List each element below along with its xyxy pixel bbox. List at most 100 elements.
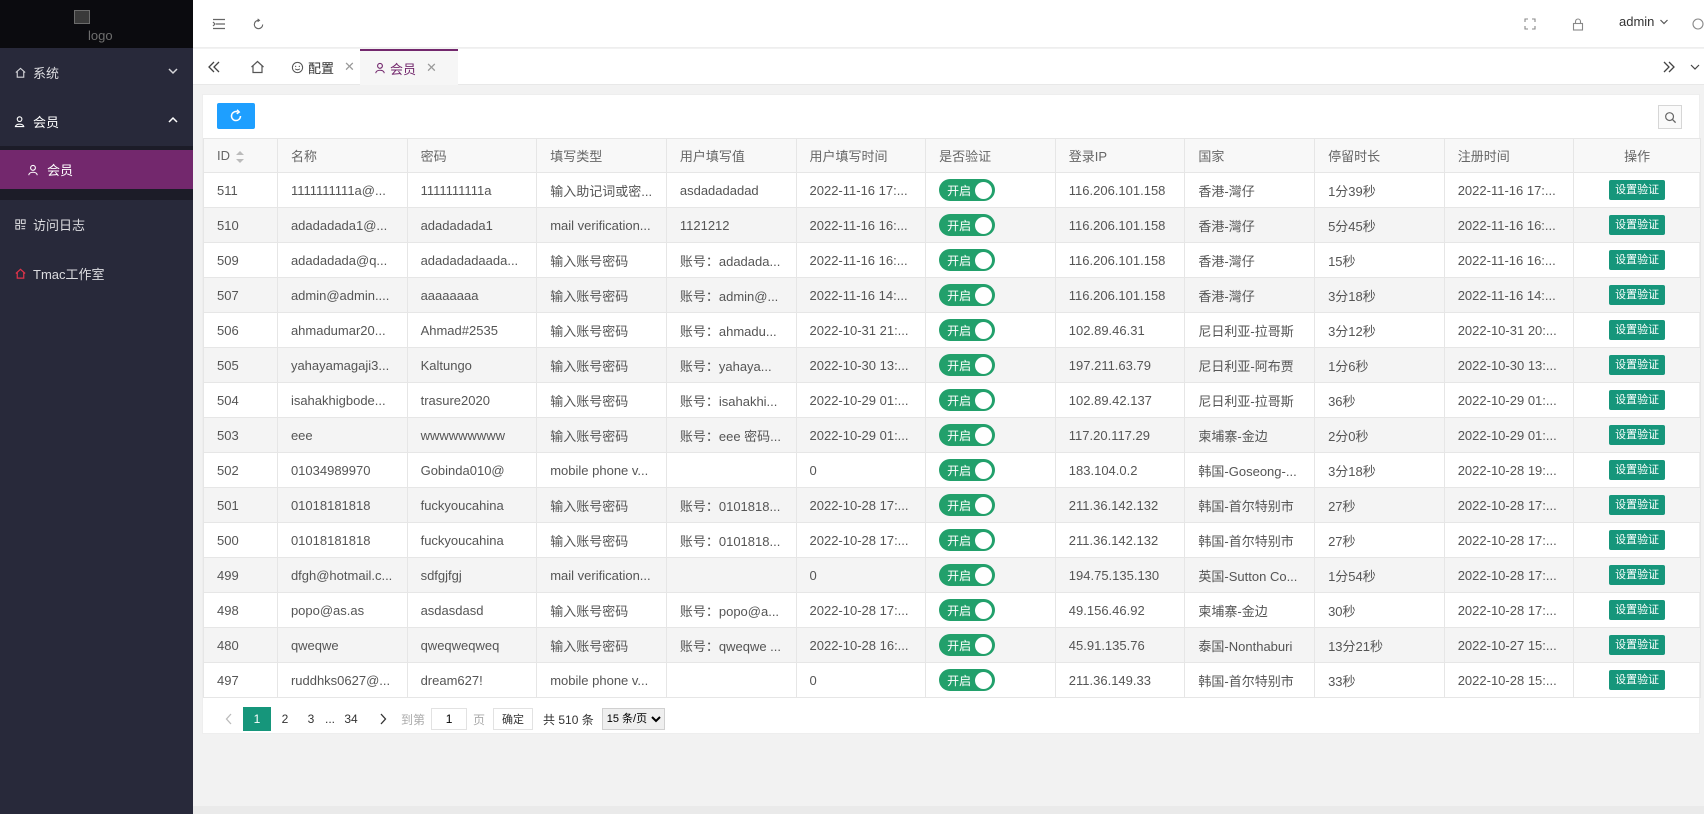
- cell-stay-duration: 3分18秒: [1314, 452, 1445, 488]
- verify-toggle[interactable]: 开启: [939, 669, 996, 691]
- sidebar-subitem-members[interactable]: 会员: [0, 150, 193, 189]
- verify-toggle[interactable]: 开启: [939, 179, 996, 201]
- prev-page-icon[interactable]: [217, 707, 241, 731]
- verify-toggle[interactable]: 开启: [939, 564, 996, 586]
- tab-config[interactable]: 配置 ✕: [283, 49, 367, 85]
- verify-toggle[interactable]: 开启: [939, 389, 996, 411]
- verify-toggle[interactable]: 开启: [939, 424, 996, 446]
- cell-stay-duration: 27秒: [1314, 522, 1445, 558]
- cell-fill-type: 输入账号密码: [536, 417, 667, 453]
- close-icon[interactable]: ✕: [426, 60, 437, 76]
- refresh-icon[interactable]: [247, 13, 269, 35]
- next-page-icon[interactable]: [371, 707, 395, 731]
- column-header-label: 名称: [290, 149, 317, 164]
- set-verify-button[interactable]: 设置验证: [1609, 390, 1666, 410]
- cell-password: wwwwwwwww: [406, 417, 538, 453]
- tabs-scroll-right-icon[interactable]: [1657, 49, 1681, 85]
- set-verify-button[interactable]: 设置验证: [1609, 355, 1666, 375]
- set-verify-button[interactable]: 设置验证: [1609, 460, 1666, 480]
- cell-id: 498: [203, 592, 278, 628]
- logo[interactable]: logo: [0, 0, 193, 48]
- page-link-last[interactable]: 34: [339, 707, 363, 731]
- set-verify-button[interactable]: 设置验证: [1609, 530, 1666, 550]
- cell-fill-value: [665, 557, 797, 593]
- verify-toggle[interactable]: 开启: [939, 284, 996, 306]
- sidebar-item-members[interactable]: 会员: [0, 97, 193, 146]
- set-verify-button[interactable]: 设置验证: [1609, 670, 1666, 690]
- cell-login-ip: 194.75.135.130: [1054, 557, 1186, 593]
- goto-page-input[interactable]: [431, 708, 468, 730]
- reload-table-button[interactable]: [217, 103, 255, 129]
- cell-password: adadadada1: [406, 207, 538, 243]
- column-header[interactable]: ID: [203, 138, 278, 173]
- column-header-label: 停留时长: [1328, 149, 1381, 164]
- verify-toggle[interactable]: 开启: [939, 249, 996, 271]
- toggle-knob: [975, 601, 993, 619]
- goto-confirm-button[interactable]: 确定: [493, 708, 534, 730]
- cell-fill-type: 输入账号密码: [536, 242, 667, 278]
- set-verify-button[interactable]: 设置验证: [1609, 320, 1666, 340]
- user-menu[interactable]: admin: [1619, 14, 1669, 29]
- set-verify-button[interactable]: 设置验证: [1609, 180, 1666, 200]
- search-button[interactable]: [1658, 105, 1682, 129]
- verify-toggle[interactable]: 开启: [939, 459, 996, 481]
- toggle-knob: [975, 636, 993, 654]
- cell-country: 柬埔寨-金边: [1184, 592, 1316, 628]
- user-group-icon: [13, 115, 27, 129]
- verify-toggle[interactable]: 开启: [939, 599, 996, 621]
- tabs-menu-icon[interactable]: [1687, 49, 1703, 85]
- cell-register-time: 2022-11-16 16:...: [1443, 242, 1575, 278]
- verify-toggle[interactable]: 开启: [939, 494, 996, 516]
- page-current[interactable]: 1: [243, 707, 271, 731]
- cell-stay-duration: 3分12秒: [1314, 312, 1445, 348]
- theme-icon[interactable]: [1687, 13, 1704, 35]
- cell-register-time: 2022-10-28 17:...: [1443, 522, 1575, 558]
- set-verify-button[interactable]: 设置验证: [1609, 285, 1666, 305]
- per-page-select[interactable]: 15 条/页: [601, 708, 665, 730]
- cell-fill-type: 输入账号密码: [536, 592, 667, 628]
- cell-actions: 设置验证: [1573, 592, 1701, 628]
- set-verify-button[interactable]: 设置验证: [1609, 635, 1666, 655]
- cell-name: 01018181818: [276, 487, 408, 523]
- toggle-label: 开启: [947, 568, 972, 583]
- page-link[interactable]: 3: [299, 707, 323, 731]
- sort-icon[interactable]: [236, 150, 244, 163]
- verify-toggle[interactable]: 开启: [939, 214, 996, 236]
- toggle-label: 开启: [947, 463, 972, 478]
- menu-toggle-icon[interactable]: [208, 13, 230, 35]
- sidebar-item-tmac-studio[interactable]: Tmac工作室: [0, 249, 193, 298]
- set-verify-button[interactable]: 设置验证: [1609, 250, 1666, 270]
- fullscreen-icon[interactable]: [1519, 13, 1541, 35]
- sidebar-item-access-log[interactable]: 访问日志: [0, 200, 193, 249]
- cell-name: ahmadumar20...: [276, 312, 408, 348]
- lock-icon[interactable]: [1567, 13, 1589, 35]
- cell-fill-type: 输入账号密码: [536, 487, 667, 523]
- set-verify-button[interactable]: 设置验证: [1609, 495, 1666, 515]
- cell-stay-duration: 36秒: [1314, 382, 1445, 418]
- sidebar-item-system[interactable]: 系统: [0, 48, 193, 97]
- cell-name: admin@admin....: [276, 277, 408, 313]
- verify-toggle[interactable]: 开启: [939, 354, 996, 376]
- cell-fill-value: 账号：0101818...: [665, 487, 797, 523]
- set-verify-button[interactable]: 设置验证: [1609, 215, 1666, 235]
- tab-members[interactable]: 会员 ✕: [360, 49, 458, 85]
- close-icon[interactable]: ✕: [344, 59, 355, 75]
- cell-register-time: 2022-10-30 13:...: [1443, 347, 1575, 383]
- cell-id: 506: [203, 312, 278, 348]
- verify-toggle[interactable]: 开启: [939, 319, 996, 341]
- user-name: admin: [1619, 14, 1655, 29]
- cell-verified: 开启: [925, 662, 1056, 698]
- verify-toggle[interactable]: 开启: [939, 634, 996, 656]
- set-verify-button[interactable]: 设置验证: [1609, 425, 1666, 445]
- set-verify-button[interactable]: 设置验证: [1609, 565, 1666, 585]
- top-header: admin: [193, 0, 1704, 48]
- tab-home[interactable]: [237, 49, 277, 85]
- toggle-label: 开启: [947, 673, 972, 688]
- page-link[interactable]: 2: [273, 707, 297, 731]
- cell-verified: 开启: [925, 487, 1056, 523]
- cell-country: 香港-灣仔: [1184, 172, 1316, 208]
- cell-actions: 设置验证: [1573, 452, 1701, 488]
- set-verify-button[interactable]: 设置验证: [1609, 600, 1666, 620]
- tabs-scroll-left-icon[interactable]: [202, 49, 226, 85]
- verify-toggle[interactable]: 开启: [939, 529, 996, 551]
